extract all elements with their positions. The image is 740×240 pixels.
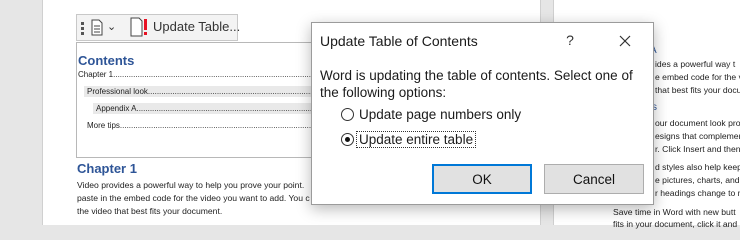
update-table-button[interactable]: Update Table... bbox=[123, 14, 241, 41]
chevron-down-icon[interactable]: ⌄ bbox=[107, 20, 116, 33]
radio-update-page-numbers[interactable]: Update page numbers only bbox=[341, 104, 521, 124]
right-page-text: e embed code for the v bbox=[655, 72, 740, 82]
radio-label: Update page numbers only bbox=[359, 106, 522, 122]
close-button[interactable] bbox=[612, 29, 638, 53]
toc-entry[interactable]: More tips...............................… bbox=[87, 121, 318, 130]
radio-button-selected-icon[interactable] bbox=[341, 132, 354, 146]
toc-entry[interactable]: Appendix A..............................… bbox=[96, 104, 318, 113]
body-text-line: the video that best fits your document. bbox=[77, 206, 223, 216]
toc-entry-leader: ........................................… bbox=[136, 104, 318, 113]
radio-update-entire-table[interactable]: Update entire table bbox=[341, 129, 477, 149]
right-page-text: r. Click Insert and then bbox=[655, 144, 740, 154]
toc-heading: Contents bbox=[78, 53, 135, 68]
right-page-text: e pictures, charts, and S bbox=[655, 175, 740, 185]
cancel-button[interactable]: Cancel bbox=[544, 164, 644, 194]
radio-label: Update entire table bbox=[356, 130, 477, 148]
update-table-icon bbox=[130, 17, 147, 37]
table-of-contents-icon[interactable] bbox=[91, 19, 103, 36]
dialog-message: Word is updating the table of contents. … bbox=[320, 68, 633, 100]
close-icon bbox=[619, 35, 631, 47]
right-page-text: that best fits your docu bbox=[655, 85, 740, 95]
right-page-text: our document look pro bbox=[655, 118, 740, 128]
radio-button-icon[interactable] bbox=[341, 107, 354, 121]
update-toc-dialog: Update Table of Contents ? Word is updat… bbox=[311, 22, 654, 205]
ok-button[interactable]: OK bbox=[432, 164, 532, 194]
toc-entry-text: Appendix A bbox=[96, 104, 137, 113]
update-table-label: Update Table... bbox=[153, 19, 241, 34]
body-text-line: paste in the embed code for the video yo… bbox=[77, 193, 310, 203]
toc-entry-leader: ........................................… bbox=[119, 121, 318, 130]
body-text-line: Video provides a powerful way to help yo… bbox=[77, 180, 305, 190]
right-page-text: fits in your document, click it and bbox=[613, 219, 738, 229]
toc-entry-leader: ........................................… bbox=[147, 87, 318, 96]
right-page-text: r headings change to m bbox=[655, 188, 740, 198]
toc-entry-leader: ........................................… bbox=[113, 70, 318, 79]
toc-entry[interactable]: Professional look.......................… bbox=[87, 87, 318, 96]
right-page-text: d styles also help keep bbox=[655, 162, 740, 172]
toc-entry[interactable]: Chapter 1...............................… bbox=[78, 70, 318, 79]
drag-handle-icon[interactable] bbox=[81, 22, 85, 36]
right-page-text: esigns that complemen bbox=[655, 131, 740, 141]
right-page-text: ides a powerful way t bbox=[655, 59, 736, 69]
chapter-heading: Chapter 1 bbox=[77, 161, 137, 176]
toc-entry-text: Professional look bbox=[87, 87, 148, 96]
right-page-text: Save time in Word with new butt bbox=[613, 207, 736, 217]
toc-entry-text: Chapter 1 bbox=[78, 70, 114, 79]
toc-entry-text: More tips bbox=[87, 121, 120, 130]
help-button[interactable]: ? bbox=[558, 27, 582, 53]
dialog-title: Update Table of Contents bbox=[320, 33, 478, 49]
